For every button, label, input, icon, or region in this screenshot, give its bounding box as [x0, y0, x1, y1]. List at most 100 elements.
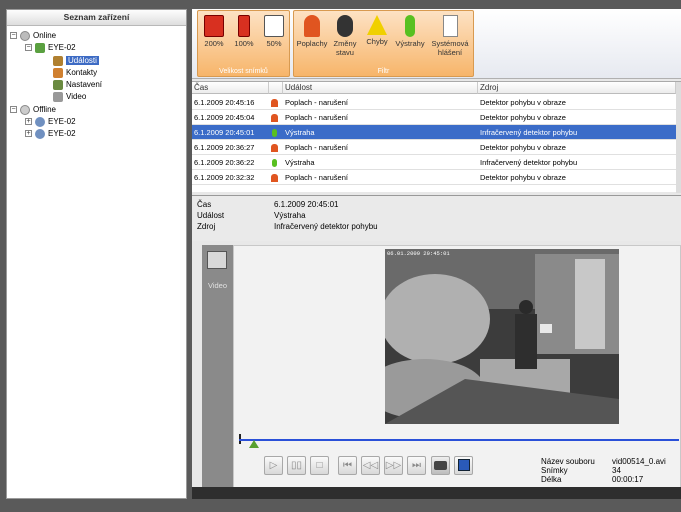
cell-time: 6.1.2009 20:45:01 — [194, 128, 255, 137]
tree-node-video[interactable]: Video — [53, 91, 86, 102]
go-to-start-button[interactable]: ⏮ — [338, 456, 357, 475]
video-tab-icon[interactable] — [207, 251, 227, 269]
video-viewer: 06.01.2009 20:45:01 ▷ ▯▯ □ ⏮ ◁◁ ▷▷ ⏭ Náz… — [233, 245, 681, 499]
warning-exclamation-icon — [405, 15, 415, 37]
table-row[interactable]: 6.1.2009 20:45:04 Poplach - narušení Detek… — [192, 110, 676, 125]
cell-event: Poplach - narušení — [285, 98, 348, 107]
event-details: Čas 6.1.2009 20:45:01 Událost Výstraha Z… — [192, 195, 681, 241]
tree-node-offline-eye02-1[interactable]: + EYE-02 — [25, 116, 76, 127]
table-row[interactable]: 6.1.2009 20:36:27 Poplach - narušení Detek… — [192, 140, 676, 155]
cell-event: Poplach - narušení — [285, 173, 348, 182]
events-icon — [53, 55, 63, 66]
detail-time-label: Čas — [197, 200, 212, 209]
filter-group-label: Filtr — [377, 68, 390, 75]
collapse-icon[interactable]: − — [25, 44, 32, 52]
go-to-end-button[interactable]: ⏭ — [407, 456, 426, 475]
column-header-event[interactable]: Událost — [283, 82, 478, 94]
cell-source: Detektor pohybu v obraze — [480, 98, 566, 107]
column-header-source[interactable]: Zdroj — [478, 82, 676, 94]
filter-system-messages-button[interactable]: Systémová hlášení — [428, 13, 472, 57]
tree-node-eye02[interactable]: − EYE-02 — [25, 42, 76, 53]
camera-icon — [434, 460, 447, 470]
table-row[interactable]: 6.1.2009 20:36:22 Výstraha Infračervený de… — [192, 155, 676, 170]
playback-timeline[interactable] — [239, 439, 679, 441]
state-change-icon — [337, 15, 353, 37]
tree-node-udalosti[interactable]: Události — [53, 55, 185, 66]
zoom-out-icon — [264, 15, 284, 37]
table-row[interactable]: 6.1.2009 20:45:01 Výstraha Infračervený de… — [192, 125, 676, 140]
cell-source: Infračervený detektor pohybu — [480, 158, 578, 167]
table-row[interactable]: 6.1.2009 20:45:16 Poplach - narušení Detek… — [192, 95, 676, 110]
status-bar — [192, 487, 681, 499]
cell-time: 6.1.2009 20:32:32 — [194, 173, 255, 182]
tree-node-kontakty[interactable]: Kontakty — [53, 67, 97, 78]
cell-event: Výstraha — [285, 128, 315, 137]
table-row[interactable]: 6.1.2009 20:32:32 Poplach - narušení Detek… — [192, 170, 676, 185]
table-scrollbar[interactable] — [676, 82, 681, 193]
siren-icon — [271, 144, 278, 153]
file-name-label: Název souboru — [541, 457, 595, 466]
save-button[interactable] — [454, 456, 473, 475]
video-timestamp: 06.01.2009 20:45:01 — [387, 250, 450, 257]
filter-errors-button[interactable]: Chyby — [362, 13, 392, 46]
image-size-group: 200% 100% 50% Velikost snímků — [197, 10, 290, 77]
stop-button[interactable]: □ — [310, 456, 329, 475]
globe-icon — [20, 104, 30, 115]
surveillance-image — [385, 249, 619, 424]
tree-node-online[interactable]: − Online — [10, 30, 56, 41]
length-label: Délka — [541, 475, 562, 484]
zoom-200-button[interactable]: 200% — [200, 13, 228, 48]
cell-time: 6.1.2009 20:36:22 — [194, 158, 255, 167]
cell-event: Poplach - narušení — [285, 143, 348, 152]
filter-warnings-button[interactable]: Výstrahy — [394, 13, 426, 48]
cell-source: Infračervený detektor pohybu — [480, 128, 578, 137]
frames-value: 34 — [612, 466, 621, 475]
globe-icon — [20, 30, 30, 41]
cell-source: Detektor pohybu v obraze — [480, 173, 566, 182]
device-list-panel: Seznam zařízení − Online − EYE-02 Události… — [6, 9, 187, 499]
cell-event: Výstraha — [285, 158, 315, 167]
collapse-icon[interactable]: − — [10, 32, 17, 40]
siren-icon — [271, 114, 278, 123]
tree-node-offline[interactable]: − Offline — [10, 104, 56, 115]
cell-time: 6.1.2009 20:36:27 — [194, 143, 255, 152]
main-panel: 200% 100% 50% Velikost snímků Poplachy Z… — [192, 9, 681, 499]
alarm-icon — [269, 110, 283, 125]
column-header-icon[interactable] — [269, 82, 283, 94]
zoom-in-icon — [204, 15, 224, 37]
play-button[interactable]: ▷ — [264, 456, 283, 475]
image-size-group-label: Velikost snímků — [219, 68, 268, 75]
ribbon-toolbar: 200% 100% 50% Velikost snímků Poplachy Z… — [192, 9, 681, 79]
settings-icon — [53, 79, 63, 90]
alarm-icon — [269, 95, 283, 110]
snapshot-button[interactable] — [431, 456, 450, 475]
video-tab-label[interactable]: Video — [203, 281, 232, 290]
zoom-50-button[interactable]: 50% — [260, 13, 288, 48]
zoom-normal-icon — [238, 15, 250, 37]
rewind-button[interactable]: ◁◁ — [361, 456, 380, 475]
timeline-slider-thumb[interactable] — [249, 440, 259, 448]
detail-time-value: 6.1.2009 20:45:01 — [274, 200, 339, 209]
device-icon — [35, 128, 45, 139]
filter-state-changes-button[interactable]: Změny stavu — [330, 13, 360, 57]
file-name-value: vid00514_0.avi — [612, 457, 666, 466]
expand-icon[interactable]: + — [25, 130, 32, 138]
zoom-100-button[interactable]: 100% — [230, 13, 258, 48]
expand-icon[interactable]: + — [25, 118, 32, 126]
device-icon — [35, 42, 45, 53]
tree-node-offline-eye02-2[interactable]: + EYE-02 — [25, 128, 76, 139]
column-header-time[interactable]: Čas — [192, 82, 269, 94]
video-frame[interactable]: 06.01.2009 20:45:01 — [385, 249, 619, 424]
contacts-icon — [53, 67, 63, 78]
events-table: Čas Událost Zdroj 6.1.2009 20:45:16 Popla… — [192, 81, 681, 193]
pause-button[interactable]: ▯▯ — [287, 456, 306, 475]
fast-forward-button[interactable]: ▷▷ — [384, 456, 403, 475]
document-icon — [442, 15, 458, 37]
alarm-icon — [269, 140, 283, 155]
detail-event-value: Výstraha — [274, 211, 306, 220]
tree-node-nastaveni[interactable]: Nastavení — [53, 79, 102, 90]
device-icon — [35, 116, 45, 127]
filter-alarms-button[interactable]: Poplachy — [296, 13, 328, 48]
collapse-icon[interactable]: − — [10, 106, 17, 114]
filter-group: Poplachy Změny stavu Chyby Výstrahy Syst… — [293, 10, 474, 77]
